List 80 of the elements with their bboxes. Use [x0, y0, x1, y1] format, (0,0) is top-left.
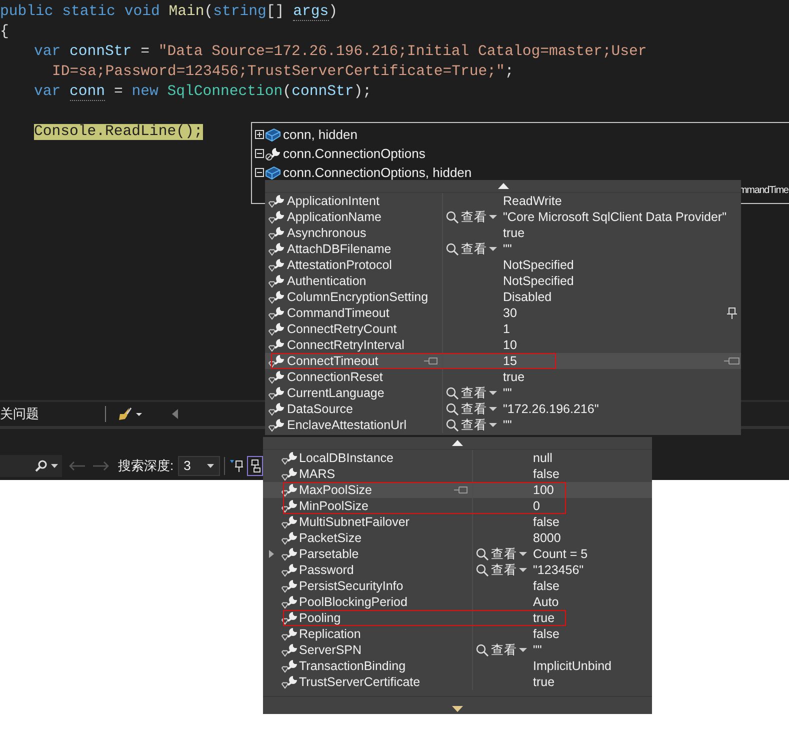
property-value: NotSpecified [503, 258, 574, 272]
property-name: MaxPoolSize [299, 483, 372, 497]
property-value: Disabled [503, 290, 552, 304]
property-value: false [533, 627, 560, 641]
property-name: MinPoolSize [299, 499, 368, 513]
property-value: 0 [533, 499, 540, 513]
property-value: "172.26.196.216" [503, 402, 599, 416]
code-line: var connStr = "Data Source=172.26.196.216;Initial Catalog=master;User [34, 43, 647, 61]
property-value: Count = 5 [533, 547, 588, 561]
depth-dropdown[interactable]: 3 [178, 456, 220, 476]
property-value: NotSpecified [503, 274, 574, 288]
property-name: AttachDBFilename [287, 242, 392, 256]
property-name: Pooling [299, 611, 341, 625]
property-value: false [533, 515, 560, 529]
code-line: { [0, 23, 9, 41]
property-name: Password [299, 563, 354, 577]
property-value: true [533, 611, 555, 625]
property-name: AttestationProtocol [287, 258, 392, 272]
view-button[interactable]: 查看 [445, 209, 498, 225]
search-depth-label: 搜索深度: [118, 456, 174, 474]
property-name: CurrentLanguage [287, 386, 384, 400]
datatip-text[interactable]: conn, hidden [283, 127, 358, 142]
property-value: true [533, 675, 555, 689]
property-name: DataSource [287, 402, 354, 416]
property-value: null [533, 451, 552, 465]
view-button[interactable]: 查看 [445, 401, 498, 417]
property-name: MultiSubnetFailover [299, 515, 410, 529]
property-value: 8000 [533, 531, 561, 545]
view-button[interactable]: 查看 [445, 417, 498, 433]
datatip-text[interactable]: conn.ConnectionOptions [283, 146, 426, 161]
property-value: "" [503, 242, 512, 256]
code-line: ID=sa;Password=123456;TrustServerCertificate=True;"; [52, 63, 514, 81]
property-name: PacketSize [299, 531, 362, 545]
property-name: Parsetable [299, 547, 359, 561]
property-value: false [533, 467, 560, 481]
property-name: PersistSecurityInfo [299, 579, 404, 593]
view-button[interactable]: 查看 [475, 546, 528, 562]
property-value: false [533, 579, 560, 593]
property-value: 1 [503, 322, 510, 336]
property-value: Auto [533, 595, 559, 609]
property-name: EnclaveAttestationUrl [287, 418, 407, 432]
property-name: PoolBlockingPeriod [299, 595, 408, 609]
property-name: ColumnEncryptionSetting [287, 290, 428, 304]
property-name: MARS [299, 467, 336, 481]
property-value: "" [533, 643, 542, 657]
view-button[interactable]: 查看 [475, 642, 528, 658]
property-name: ConnectionReset [287, 370, 383, 384]
code-line: var conn = new SqlConnection(connStr); [34, 83, 372, 101]
view-button[interactable]: 查看 [475, 562, 528, 578]
property-value: "123456" [533, 563, 584, 577]
property-name: TransactionBinding [299, 659, 406, 673]
property-value: true [503, 370, 525, 384]
property-value: 100 [533, 483, 554, 497]
property-value: 10 [503, 338, 517, 352]
property-name: Asynchronous [287, 226, 366, 240]
property-value: 15 [503, 354, 517, 368]
property-name: ConnectRetryInterval [287, 338, 404, 352]
property-value: ImplicitUnbind [533, 659, 612, 673]
panel-tab-label[interactable]: 关问题 [0, 405, 39, 423]
property-value: true [503, 226, 525, 240]
property-value: "" [503, 418, 512, 432]
property-name: Authentication [287, 274, 366, 288]
property-name: ServerSPN [299, 643, 362, 657]
property-name: ConnectRetryCount [287, 322, 397, 336]
code-line: public static void Main(string[] args) [0, 3, 338, 21]
view-button[interactable]: 查看 [445, 241, 498, 257]
property-value: "" [503, 386, 512, 400]
property-value: 30 [503, 306, 517, 320]
datatip-text: mmandTime [739, 185, 788, 196]
property-name: ApplicationName [287, 210, 382, 224]
datatip-text[interactable]: conn.ConnectionOptions, hidden [283, 165, 472, 180]
property-value: "Core Microsoft SqlClient Data Provider" [503, 210, 727, 224]
property-name: TrustServerCertificate [299, 675, 420, 689]
property-name: ConnectTimeout [287, 354, 378, 368]
property-name: CommandTimeout [287, 306, 390, 320]
property-value: ReadWrite [503, 194, 562, 208]
property-name: Replication [299, 627, 361, 641]
property-name: ApplicationIntent [287, 194, 380, 208]
property-name: LocalDBInstance [299, 451, 394, 465]
view-button[interactable]: 查看 [445, 385, 498, 401]
